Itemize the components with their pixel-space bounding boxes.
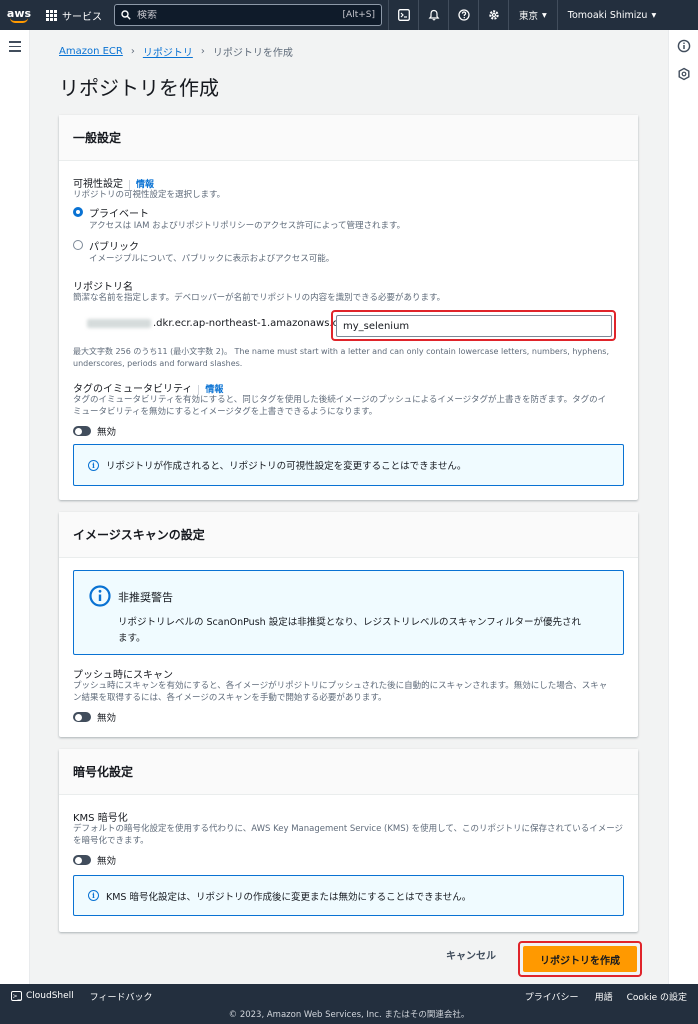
- deprecation-warning-title: 非推奨警告: [118, 591, 173, 604]
- info-icon: i: [88, 459, 99, 471]
- hamburger-menu-icon[interactable]: [9, 41, 21, 55]
- kms-label: KMS 暗号化: [73, 813, 128, 824]
- breadcrumb-ecr-link[interactable]: Amazon ECR: [59, 46, 123, 57]
- scan-on-push-toggle-row[interactable]: 無効: [73, 710, 116, 724]
- scan-on-push-state: 無効: [97, 713, 117, 724]
- breadcrumb-repositories-link[interactable]: リポジトリ: [143, 44, 193, 59]
- services-label: サービス: [62, 11, 102, 23]
- private-description: アクセスは IAM およびリポジトリポリシーのアクセス許可によって管理されます。: [89, 221, 406, 231]
- chevron-right-icon: ›: [130, 46, 135, 57]
- aws-smile-icon: [10, 18, 28, 23]
- visibility-alert-text: リポジトリが作成されると、リポジトリの可視性設定を変更することはできません。: [106, 461, 467, 472]
- cloudshell-icon: >_: [11, 991, 22, 1001]
- gear-icon: [488, 10, 499, 20]
- search-icon: [121, 10, 131, 20]
- user-name: Tomoaki Shimizu: [567, 9, 648, 21]
- repo-name-constraint-1: 最大文字数 256 のうち11 (最小文字数 2)。 The name must…: [73, 347, 610, 356]
- top-navigation: aws サービス [Alt+S] 東京 ▾ Tomoaki Shimizu ▾: [0, 0, 698, 30]
- cloudshell-nav-button[interactable]: [388, 0, 418, 30]
- kms-alert-text: KMS 暗号化設定は、リポジトリの作成後に変更または無効にすることはできません。: [106, 891, 472, 903]
- registry-suffix: .dkr.ecr.ap-northeast-1.amazonaws.com/: [153, 318, 358, 329]
- settings-button[interactable]: [478, 0, 508, 30]
- help-button[interactable]: [448, 0, 478, 30]
- public-option[interactable]: パブリック イメージプルについて、パブリックに表示およびアクセス可能。: [73, 238, 334, 265]
- breadcrumb: Amazon ECR › リポジトリ › リポジトリを作成: [59, 44, 293, 59]
- help-icon: [457, 9, 470, 21]
- kms-info-alert: i KMS 暗号化設定は、リポジトリの作成後に変更または無効にすることはできませ…: [73, 875, 624, 916]
- grid-icon: [46, 9, 57, 21]
- aws-logo[interactable]: aws: [0, 0, 38, 30]
- cancel-button[interactable]: キャンセル: [446, 947, 496, 962]
- public-radio[interactable]: [73, 240, 83, 250]
- repo-name-constraint-2: underscores, periods and forward slashes…: [73, 359, 243, 368]
- kms-desc-1: デフォルトの暗号化設定を使用する代わりに、AWS Key Management …: [73, 824, 624, 834]
- image-scan-header: イメージスキャンの設定: [59, 512, 638, 558]
- create-button-highlight: [518, 941, 642, 977]
- terminal-icon: [397, 9, 410, 21]
- general-settings-header: 一般設定: [59, 115, 638, 161]
- left-rail: [0, 30, 30, 984]
- bell-icon: [428, 9, 439, 21]
- repo-name-description: 簡潔な名前を指定します。デベロッパーが名前でリポジトリの内容を識別できる必要があ…: [73, 293, 446, 303]
- encryption-header: 暗号化設定: [59, 749, 638, 795]
- copyright: © 2023, Amazon Web Services, Inc. またはその関…: [228, 1010, 470, 1020]
- search-box[interactable]: [Alt+S]: [114, 4, 382, 26]
- cookie-settings-link[interactable]: Cookie の設定: [627, 990, 687, 1003]
- deprecation-warning-line-2: ます。: [118, 633, 146, 644]
- public-description: イメージプルについて、パブリックに表示およびアクセス可能。: [89, 254, 335, 264]
- account-menu[interactable]: Tomoaki Shimizu ▾: [556, 0, 666, 30]
- kms-state: 無効: [97, 856, 117, 867]
- tag-immutability-toggle-row[interactable]: 無効: [73, 424, 116, 438]
- info-panel-icon[interactable]: [677, 39, 691, 53]
- kms-toggle-row[interactable]: 無効: [73, 853, 116, 867]
- repo-name-label: リポジトリ名: [73, 282, 133, 293]
- private-radio[interactable]: [73, 207, 83, 217]
- registry-prefix: .dkr.ecr.ap-northeast-1.amazonaws.com/: [87, 318, 357, 329]
- services-menu[interactable]: サービス: [38, 8, 110, 23]
- tag-immutability-toggle[interactable]: [73, 426, 91, 436]
- caret-down-icon: ▾: [542, 9, 547, 21]
- info-icon: i: [88, 890, 99, 901]
- deprecation-warning-line-1: リポジトリレベルの ScanOnPush 設定は非推奨となり、レジストリレベルの…: [118, 617, 582, 628]
- deprecation-warning: 非推奨警告 リポジトリレベルの ScanOnPush 設定は非推奨となり、レジス…: [73, 570, 624, 655]
- breadcrumb-current: リポジトリを作成: [212, 48, 293, 59]
- page-title: リポジトリを作成: [59, 76, 219, 100]
- repo-name-highlight: [331, 310, 616, 341]
- visibility-info-alert: i リポジトリが作成されると、リポジトリの可視性設定を変更することはできません。: [73, 444, 624, 486]
- scan-on-push-toggle[interactable]: [73, 712, 91, 722]
- scan-on-push-label: プッシュ時にスキャン: [73, 670, 173, 681]
- private-option[interactable]: プライベート アクセスは IAM およびリポジトリポリシーのアクセス許可によって…: [73, 205, 405, 232]
- kms-toggle[interactable]: [73, 855, 91, 865]
- aws-logo-text: aws: [6, 6, 32, 20]
- footer: >_ CloudShell フィードバック プライバシー 用語 Cookie の…: [0, 984, 698, 1024]
- chevron-right-icon: ›: [200, 46, 205, 57]
- region-selector[interactable]: 東京 ▾: [508, 0, 557, 30]
- right-rail: [668, 30, 698, 984]
- region-label: 東京: [519, 11, 539, 22]
- tag-immutability-desc-2: ミュータビリティを無効にするとイメージタグを上書きできるようになります。: [73, 407, 378, 417]
- search-input[interactable]: [137, 9, 337, 21]
- feedback-link[interactable]: フィードバック: [90, 990, 153, 1003]
- public-label: パブリック: [89, 242, 139, 253]
- general-settings-panel: 一般設定 可視性設定 情報 リポジトリの可視性設定を選択します。 プライベート ア…: [59, 115, 638, 500]
- private-label: プライベート: [89, 209, 149, 220]
- encryption-panel: 暗号化設定 KMS 暗号化 デフォルトの暗号化設定を使用する代わりに、AWS K…: [59, 749, 638, 932]
- privacy-link[interactable]: プライバシー: [525, 990, 579, 1003]
- scan-on-push-desc-1: プッシュ時にスキャンを有効にすると、各イメージがリポジトリにプッシュされた後に自…: [73, 681, 608, 691]
- scan-on-push-desc-2: ン結果を取得するには、各イメージのスキャンを手動で開始する必要があります。: [73, 693, 387, 703]
- tag-immutability-desc-1: タグのイミュータビリティを有効にすると、同じタグを使用した後続イメージのプッシュ…: [73, 395, 607, 405]
- search-shortcut: [Alt+S]: [342, 10, 375, 20]
- notifications-button[interactable]: [418, 0, 448, 30]
- caret-down-icon: ▾: [651, 9, 657, 21]
- cloudshell-link[interactable]: CloudShell: [26, 991, 74, 1001]
- image-scan-panel: イメージスキャンの設定 非推奨警告 リポジトリレベルの ScanOnPush 設…: [59, 512, 638, 737]
- tag-immutability-state: 無効: [97, 427, 117, 438]
- resources-panel-icon[interactable]: [677, 67, 691, 81]
- kms-desc-2: を暗号化できます。: [73, 836, 149, 846]
- visibility-description: リポジトリの可視性設定を選択します。: [73, 190, 226, 200]
- terms-link[interactable]: 用語: [595, 990, 613, 1003]
- account-id-redacted: [87, 318, 151, 328]
- info-large-icon: [89, 585, 111, 607]
